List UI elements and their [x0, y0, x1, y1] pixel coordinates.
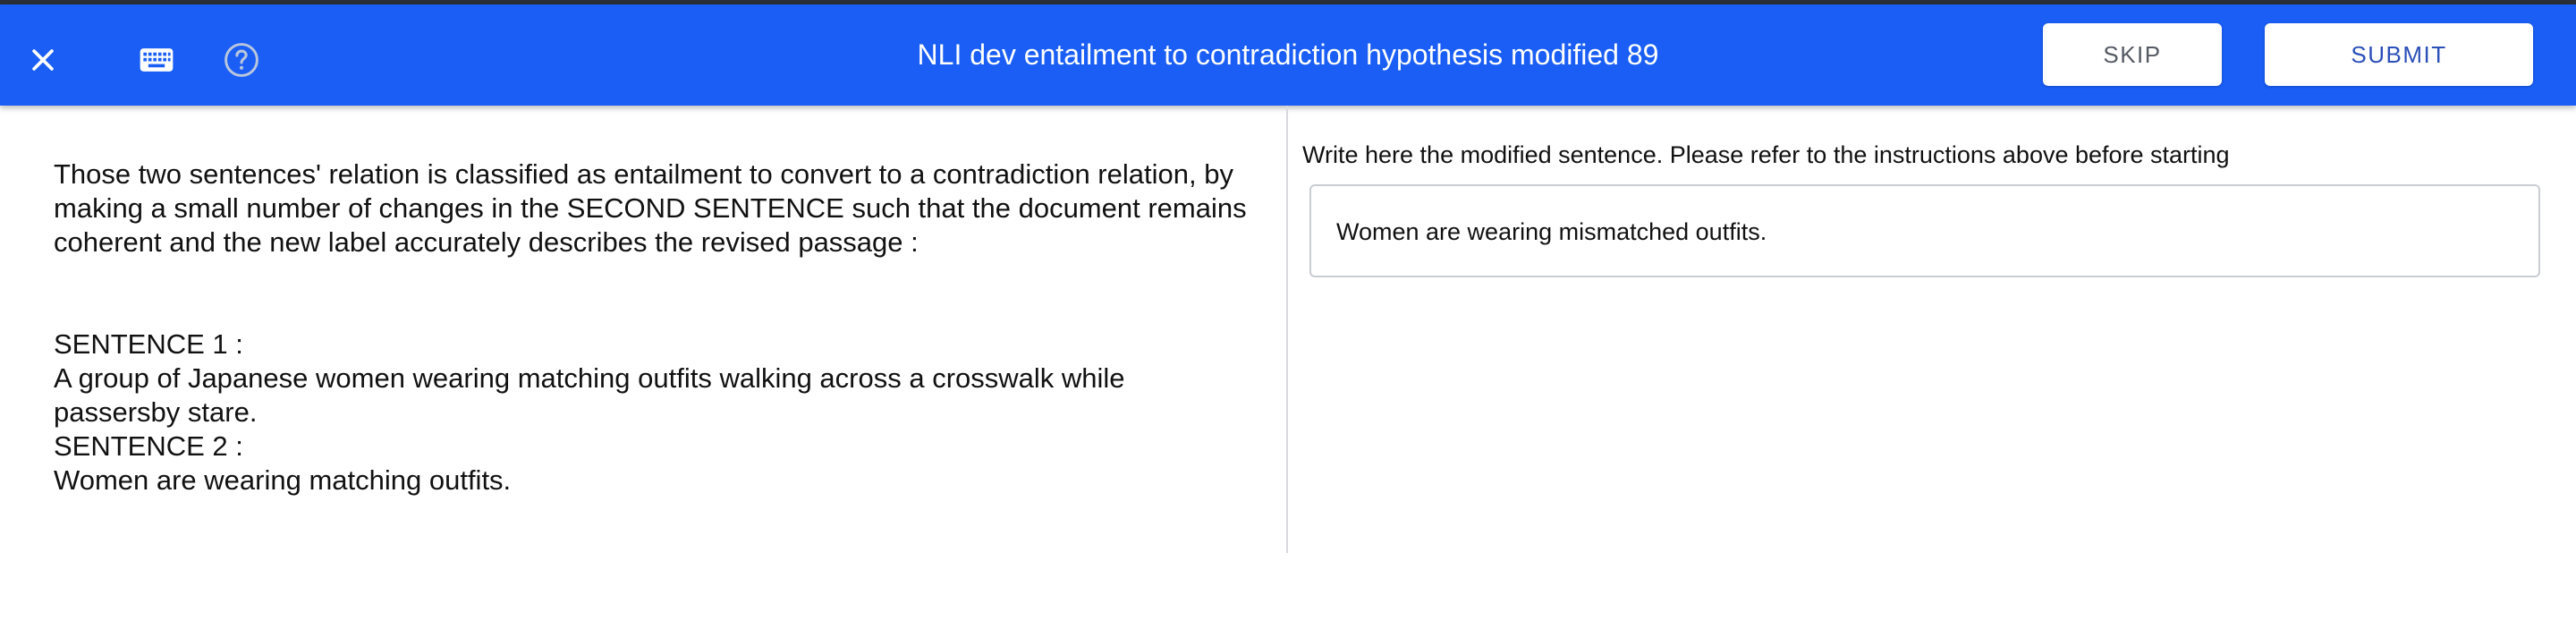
help-button[interactable]: [215, 33, 268, 87]
top-toolbar: NLI dev entailment to contradiction hypo…: [0, 4, 2576, 106]
keyboard-shortcuts-button[interactable]: [130, 33, 183, 87]
skip-button[interactable]: SKIP: [2043, 23, 2222, 86]
sentence-1-label: SENTENCE 1 :: [54, 328, 243, 360]
sentence-1-text: A group of Japanese women wearing matchi…: [54, 362, 1125, 428]
response-pane: Write here the modified sentence. Please…: [1288, 106, 2576, 621]
close-button[interactable]: [16, 33, 70, 87]
submit-button[interactable]: SUBMIT: [2265, 23, 2533, 86]
modified-sentence-field: Women are wearing mismatched outfits.: [1309, 184, 2540, 277]
instructions-text: Those two sentences' relation is classif…: [54, 158, 1247, 258]
help-icon: [225, 43, 258, 77]
modified-sentence-label: Write here the modified sentence. Please…: [1302, 141, 2230, 168]
sentence-2-label: SENTENCE 2 :: [54, 430, 243, 462]
sentence-2-text: Women are wearing matching outfits.: [54, 464, 512, 496]
keyboard-icon: [140, 48, 174, 72]
close-icon: [32, 49, 54, 71]
task-description-pane: Those two sentences' relation is classif…: [0, 106, 1288, 553]
sentences-block: SENTENCE 1 : A group of Japanese women w…: [54, 328, 1252, 498]
modified-sentence-input[interactable]: Women are wearing mismatched outfits.: [1311, 186, 2538, 276]
